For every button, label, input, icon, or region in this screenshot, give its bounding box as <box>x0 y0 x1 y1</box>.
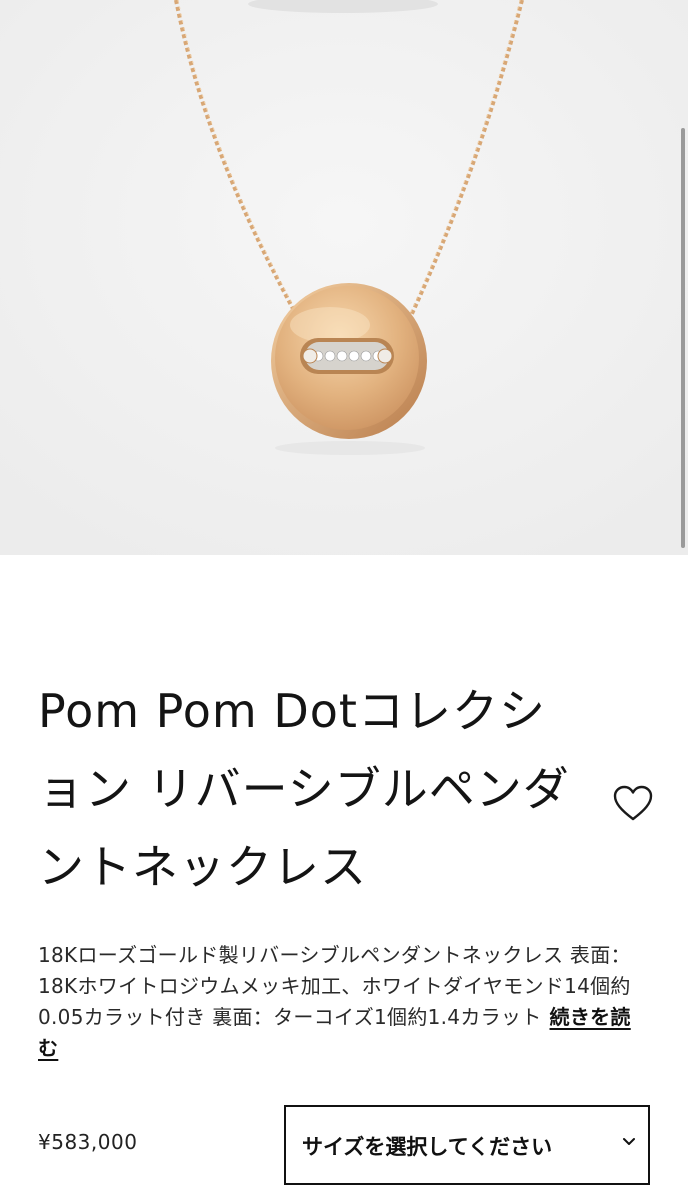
favorite-button[interactable] <box>611 782 655 826</box>
size-select-label: サイズを選択してください <box>302 1135 553 1159</box>
description-text: 18Kローズゴールド製リバーシブルペンダントネックレス 表面：18Kホワイトロジ… <box>38 943 631 1029</box>
chevron-down-icon <box>623 1138 635 1145</box>
product-title: Pom Pom Dotコレクション リバーシブルペンダントネックレス <box>38 684 570 894</box>
heart-outline-icon <box>613 785 653 821</box>
size-select[interactable]: サイズを選択してください <box>284 1105 650 1185</box>
product-description: 18Kローズゴールド製リバーシブルペンダントネックレス 表面：18Kホワイトロジ… <box>38 940 650 1064</box>
product-image[interactable] <box>0 0 688 555</box>
scrollbar[interactable] <box>681 128 685 548</box>
product-price: ¥583,000 <box>38 1130 138 1154</box>
